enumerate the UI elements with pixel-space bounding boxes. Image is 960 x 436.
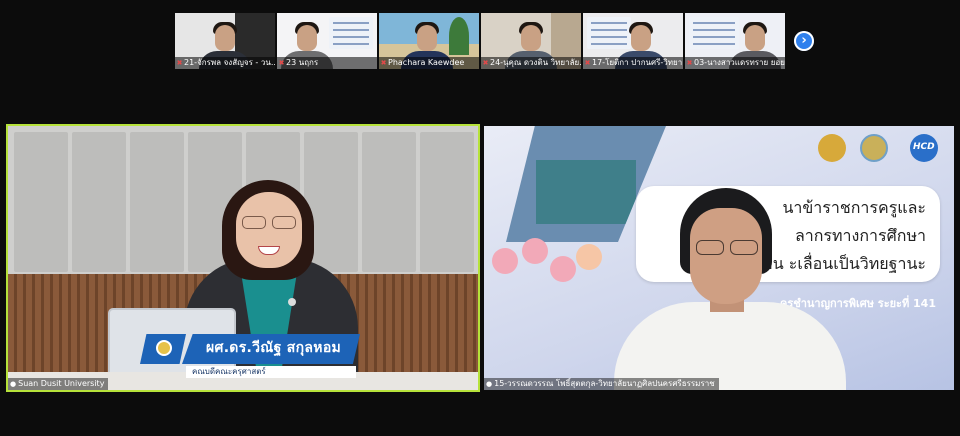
- participant-name: 17-โยติกา ปากนศรี-วิทยา...: [592, 58, 683, 67]
- participant-face: [631, 25, 651, 51]
- mic-muted-icon: ✖: [380, 59, 387, 67]
- slide-title-line: ลากรทางการศึกษา: [794, 226, 926, 245]
- slide-title-line: นาข้าราชการครูและ: [782, 198, 926, 217]
- participant-thumbnail[interactable]: ✖ Phachara Kaewdee: [379, 13, 479, 69]
- mic-muted-icon: ✖: [278, 59, 285, 67]
- participant-face: [297, 25, 317, 51]
- university-logo-icon: [140, 334, 186, 364]
- mic-muted-icon: ✖: [584, 59, 591, 67]
- participant-nameplate: ✖ 23 นฤกร: [277, 57, 377, 69]
- speaker-lower-third: ผศ.ดร.วีณัฐ สกุลหอม คณบดีคณะครุศาสตร์: [134, 334, 360, 378]
- participant-name: 03-นางสาวแดรทราย ยอย...: [694, 58, 785, 67]
- video-tile-active-speaker[interactable]: ผศ.ดร.วีณัฐ สกุลหอม คณบดีคณะครุศาสตร์ ● S…: [6, 124, 480, 392]
- participant-face: [521, 25, 541, 51]
- participant-name: Phachara Kaewdee: [388, 58, 465, 67]
- mic-icon: ●: [10, 380, 17, 388]
- flower-decoration: [492, 234, 602, 294]
- slide-title-line: ก่อน ะเลื่อนเป็นวิทยฐานะ: [753, 254, 926, 273]
- mic-muted-icon: ✖: [176, 59, 183, 67]
- seal-icon: [860, 134, 888, 162]
- emblem-icon: [818, 134, 846, 162]
- participant-face: [417, 25, 437, 51]
- tile-name-text: Suan Dusit University: [18, 379, 105, 388]
- tile-name-text: 15-วรรณดวรรณ โพธิ์สุตตกุล-วิทยาลัยนาฏศิล…: [494, 379, 715, 388]
- hcd-logo-icon: HCD: [910, 134, 938, 162]
- participant-thumbnail[interactable]: ✖ 21-จักรพล จงสัญจร - วน...: [175, 13, 275, 69]
- tile-name-label: ● Suan Dusit University: [8, 378, 109, 390]
- participant-nameplate: ✖ 21-จักรพล จงสัญจร - วน...: [175, 57, 275, 69]
- participant-glasses: [694, 240, 758, 255]
- slide-thumbnail: [329, 17, 373, 49]
- chevron-right-icon: ›: [801, 33, 807, 48]
- participant-strip: ✖ 21-จักรพล จงสัญจร - วน... ✖ 23 นฤกร ✖ Pha…: [175, 13, 787, 69]
- mic-icon: ●: [486, 380, 493, 388]
- participant-name: 21-จักรพล จงสัญจร - วน...: [184, 58, 275, 67]
- participant-face: [690, 208, 762, 304]
- participant-thumbnail[interactable]: ✖ 17-โยติกา ปากนศรี-วิทยา...: [583, 13, 683, 69]
- video-tile-participant[interactable]: HCD นาข้าราชการครูและ ลากรทางการศึกษา ก่…: [484, 126, 954, 390]
- participant-nameplate: ✖ 24-นุคุณ ดวงติน วิทยาลัย...: [481, 57, 581, 69]
- mic-muted-icon: ✖: [482, 59, 489, 67]
- tile-name-label: ● 15-วรรณดวรรณ โพธิ์สุตตกุล-วิทยาลัยนาฏศิ…: [484, 378, 719, 390]
- participant-thumbnail[interactable]: ✖ 24-นุคุณ ดวงติน วิทยาลัย...: [481, 13, 581, 69]
- slide-thumbnail: [587, 17, 631, 49]
- mic-muted-icon: ✖: [686, 59, 693, 67]
- participant-face: [745, 25, 765, 51]
- next-page-button[interactable]: ›: [794, 31, 814, 51]
- participant-face: [215, 25, 235, 51]
- participant-thumbnail[interactable]: ✖ 23 นฤกร: [277, 13, 377, 69]
- participant-name: 24-นุคุณ ดวงติน วิทยาลัย...: [490, 58, 581, 67]
- speaker-glasses: [240, 216, 298, 229]
- speaker-title: คณบดีคณะครุศาสตร์: [186, 366, 356, 378]
- speaker-name: ผศ.ดร.วีณัฐ สกุลหอม: [206, 340, 342, 356]
- speaker-pin-badge: [288, 298, 296, 306]
- slide-subtitle: ครูชำนาญการพิเศษ ระยะที่ 141: [779, 297, 936, 310]
- participant-name: 23 นฤกร: [286, 58, 319, 67]
- palm-tree: [449, 17, 469, 55]
- participant-nameplate: ✖ 03-นางสาวแดรทราย ยอย...: [685, 57, 785, 69]
- participant-nameplate: ✖ 17-โยติกา ปากนศรี-วิทยา...: [583, 57, 683, 69]
- participant-thumbnail[interactable]: ✖ 03-นางสาวแดรทราย ยอย...: [685, 13, 785, 69]
- participant-nameplate: ✖ Phachara Kaewdee: [379, 57, 479, 69]
- speaker-face: [236, 192, 302, 268]
- slide-thumbnail: [689, 17, 739, 49]
- participant-body: [614, 302, 846, 390]
